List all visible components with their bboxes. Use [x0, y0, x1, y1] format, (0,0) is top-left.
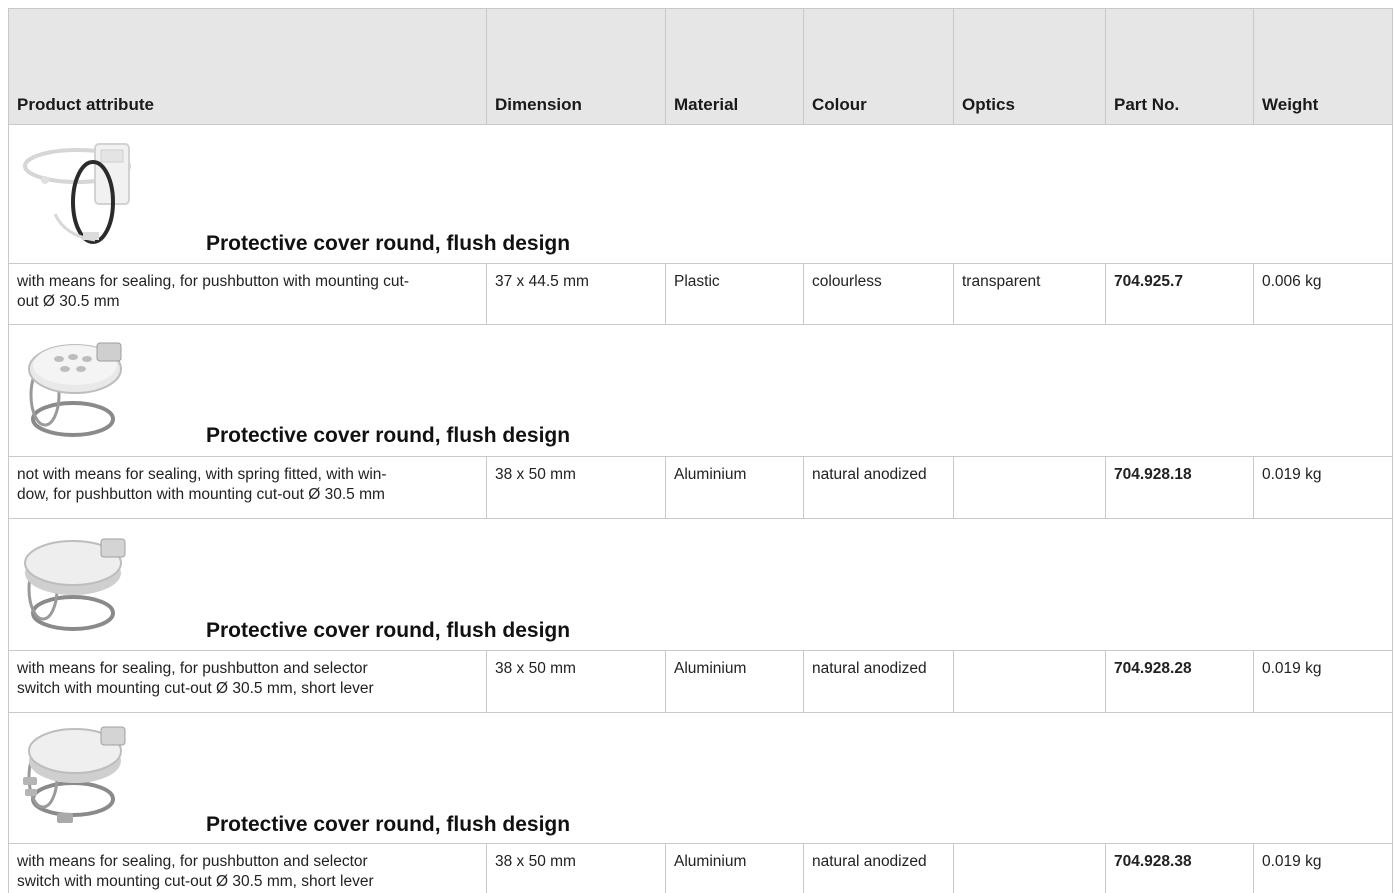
product-image-row: Protective cover round, flush design	[8, 713, 1393, 844]
transparent-cover-icon	[15, 136, 143, 244]
table-row: with means for sealing, for pushbutton a…	[8, 844, 1393, 893]
header-colour: Colour	[804, 9, 954, 124]
cell-weight: 0.019 kg	[1254, 651, 1393, 712]
cell-weight: 0.019 kg	[1254, 844, 1393, 893]
cell-part-no: 704.928.38	[1106, 844, 1254, 893]
cell-colour: colourless	[804, 264, 954, 324]
cell-material: Aluminium	[666, 457, 804, 518]
cell-colour: natural anodized	[804, 844, 954, 893]
attribute-line: switch with mounting cut-out Ø 30.5 mm, …	[17, 680, 374, 697]
windowed-cover-icon	[15, 333, 143, 437]
cell-dimension: 38 x 50 mm	[487, 457, 666, 518]
cell-dimension: 37 x 44.5 mm	[487, 264, 666, 324]
cell-optics	[954, 844, 1106, 893]
cell-optics	[954, 457, 1106, 518]
attribute-line: dow, for pushbutton with mounting cut-ou…	[17, 486, 385, 503]
table-row: with means for sealing, for pushbutton w…	[8, 264, 1393, 325]
solid-cover-icon	[15, 529, 143, 631]
header-optics: Optics	[954, 9, 1106, 124]
product-table: Product attribute Dimension Material Col…	[8, 8, 1393, 893]
cell-dimension: 38 x 50 mm	[487, 651, 666, 712]
attribute-line: not with means for sealing, with spring …	[17, 466, 387, 483]
cell-colour: natural anodized	[804, 457, 954, 518]
cell-attribute: with means for sealing, for pushbutton a…	[8, 651, 487, 712]
attribute-line: with means for sealing, for pushbutton a…	[17, 853, 368, 870]
cell-part-no: 704.928.18	[1106, 457, 1254, 518]
lever-cover-icon	[15, 719, 143, 823]
cell-part-no: 704.925.7	[1106, 264, 1254, 324]
cell-material: Aluminium	[666, 844, 804, 893]
table-header: Product attribute Dimension Material Col…	[8, 8, 1393, 125]
cell-attribute: with means for sealing, for pushbutton a…	[8, 844, 487, 893]
product-title: Protective cover round, flush design	[206, 232, 571, 255]
cell-material: Aluminium	[666, 651, 804, 712]
cell-colour: natural anodized	[804, 651, 954, 712]
cell-optics: transparent	[954, 264, 1106, 324]
cell-material: Plastic	[666, 264, 804, 324]
cell-part-no: 704.928.28	[1106, 651, 1254, 712]
product-title: Protective cover round, flush design	[206, 619, 571, 642]
product-title: Protective cover round, flush design	[206, 813, 571, 836]
cell-weight: 0.019 kg	[1254, 457, 1393, 518]
product-image-row: Protective cover round, flush design	[8, 519, 1393, 651]
attribute-line: with means for sealing, for pushbutton a…	[17, 660, 368, 677]
product-image-row: Protective cover round, flush design	[8, 325, 1393, 457]
attribute-line: switch with mounting cut-out Ø 30.5 mm, …	[17, 873, 374, 890]
cell-attribute: not with means for sealing, with spring …	[8, 457, 487, 518]
header-product-attribute: Product attribute	[8, 9, 487, 124]
product-image-row: Protective cover round, flush design	[8, 125, 1393, 264]
table-row: not with means for sealing, with spring …	[8, 457, 1393, 519]
product-title: Protective cover round, flush design	[206, 424, 571, 447]
table-row: with means for sealing, for pushbutton a…	[8, 651, 1393, 713]
header-material: Material	[666, 9, 804, 124]
cell-weight: 0.006 kg	[1254, 264, 1393, 324]
cell-attribute: with means for sealing, for pushbutton w…	[8, 264, 487, 324]
cell-optics	[954, 651, 1106, 712]
header-dimension: Dimension	[487, 9, 666, 124]
attribute-line: out Ø 30.5 mm	[17, 293, 120, 310]
cell-dimension: 38 x 50 mm	[487, 844, 666, 893]
attribute-line: with means for sealing, for pushbutton w…	[17, 273, 410, 290]
header-weight: Weight	[1254, 9, 1393, 124]
header-part-no: Part No.	[1106, 9, 1254, 124]
